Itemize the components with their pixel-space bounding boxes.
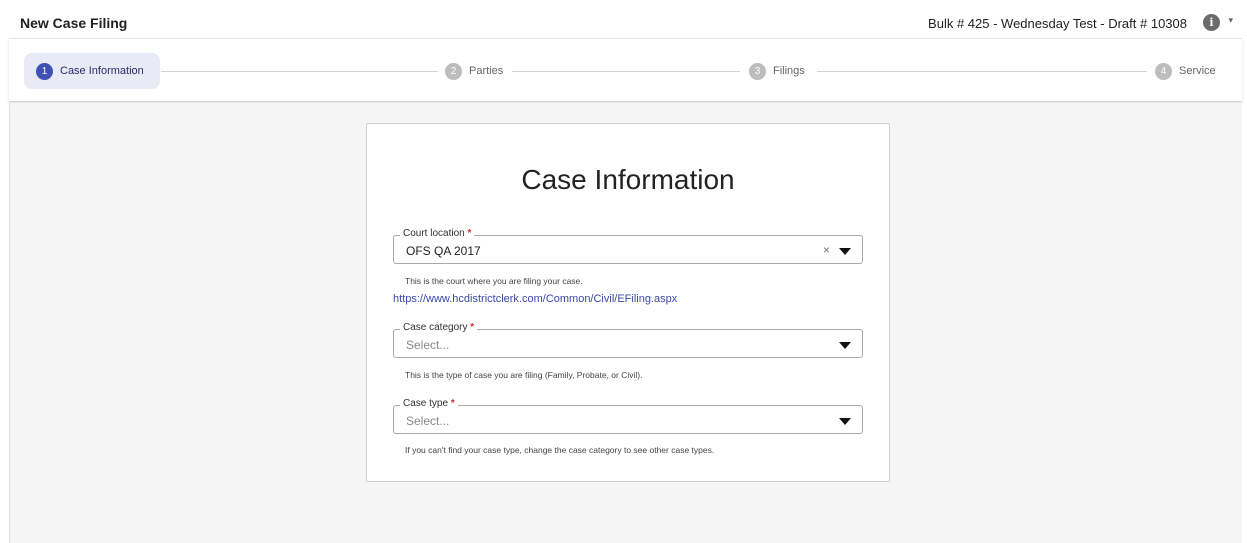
case-type-placeholder: Select... (406, 414, 450, 428)
case-category-placeholder: Select... (406, 338, 450, 352)
case-type-hint: If you can't find your case type, change… (405, 445, 715, 455)
court-location-value: OFS QA 2017 (406, 244, 481, 258)
page-title: New Case Filing (20, 15, 128, 31)
stepper: 1 Case Information 2 Parties 3 Filings 4… (9, 39, 1242, 102)
step-number: 1 (36, 62, 53, 80)
step-connector (512, 71, 740, 72)
step-case-information[interactable]: 1 Case Information (24, 53, 160, 89)
case-category-hint: This is the type of case you are filing … (405, 370, 643, 380)
required-mark: * (450, 398, 455, 409)
step-label: Case Information (60, 65, 144, 77)
step-number: 3 (749, 62, 766, 80)
efiling-link[interactable]: https://www.hcdistrictclerk.com/Common/C… (393, 293, 677, 305)
required-mark: * (470, 322, 475, 333)
required-mark: * (467, 228, 472, 239)
info-icon[interactable]: i (1203, 14, 1220, 31)
step-parties[interactable]: 2 Parties (445, 53, 503, 89)
step-filings[interactable]: 3 Filings (749, 53, 805, 89)
chevron-down-icon[interactable]: ▾ (1228, 15, 1233, 26)
step-label: Service (1179, 65, 1216, 77)
case-category-label: Case category * (400, 322, 478, 333)
case-category-select[interactable]: Case category * Select... (393, 322, 863, 358)
dropdown-arrow-icon[interactable] (839, 418, 851, 425)
court-location-label: Court location * (400, 228, 475, 239)
step-connector (161, 71, 438, 72)
step-number: 4 (1155, 62, 1172, 80)
case-information-card: Case Information Court location * OFS QA… (366, 123, 890, 482)
form-heading: Case Information (521, 164, 735, 195)
court-location-select[interactable]: Court location * OFS QA 2017 × (393, 228, 863, 264)
top-bar: New Case Filing Bulk # 425 - Wednesday T… (9, 5, 1242, 39)
case-type-select[interactable]: Case type * Select... (393, 398, 863, 434)
dropdown-arrow-icon[interactable] (839, 248, 851, 255)
step-label: Filings (773, 65, 805, 77)
clear-icon[interactable]: × (823, 243, 830, 257)
step-connector (817, 71, 1147, 72)
step-label: Parties (469, 65, 504, 77)
case-type-label: Case type * (400, 398, 458, 409)
draft-info: Bulk # 425 - Wednesday Test - Draft # 10… (928, 16, 1187, 31)
step-number: 2 (445, 62, 462, 80)
court-location-hint: This is the court where you are filing y… (405, 276, 583, 286)
dropdown-arrow-icon[interactable] (839, 342, 851, 349)
step-service[interactable]: 4 Service (1155, 53, 1216, 89)
